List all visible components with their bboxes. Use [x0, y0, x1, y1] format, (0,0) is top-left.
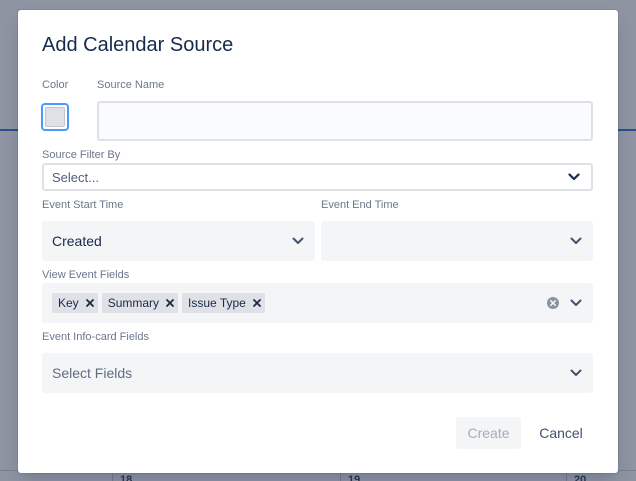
tag-issue-type: Issue Type	[182, 293, 265, 313]
background-divider	[618, 129, 636, 131]
close-icon[interactable]	[82, 293, 98, 313]
info-card-fields-label: Event Info-card Fields	[42, 331, 149, 343]
create-button[interactable]: Create	[456, 417, 521, 449]
background-day-number: 20	[574, 474, 587, 481]
close-icon[interactable]	[249, 293, 265, 313]
tag-label: Key	[58, 296, 79, 310]
add-calendar-source-dialog: Add Calendar Source Color Source Name So…	[18, 10, 618, 473]
tag-label: Issue Type	[188, 296, 246, 310]
chevron-down-icon	[565, 230, 587, 252]
event-end-time-label: Event End Time	[321, 199, 399, 211]
view-event-fields-multiselect[interactable]: Key Summary Issue Type	[42, 283, 593, 323]
event-start-time-select[interactable]: Created	[42, 221, 315, 261]
tag-summary: Summary	[101, 293, 179, 313]
event-end-time-select[interactable]	[321, 221, 593, 261]
selected-tags: Key Summary Issue Type	[42, 293, 543, 313]
tag-label: Summary	[107, 296, 160, 310]
source-filter-value: Select...	[52, 169, 99, 185]
view-event-fields-label: View Event Fields	[42, 269, 130, 281]
chevron-down-icon	[565, 362, 587, 384]
source-filter-label: Source Filter By	[42, 149, 121, 161]
info-card-fields-placeholder: Select Fields	[52, 365, 133, 381]
color-picker-button[interactable]	[41, 103, 69, 131]
background-day-number: 19	[348, 474, 361, 481]
color-swatch	[45, 107, 65, 127]
source-filter-select[interactable]: Select...	[42, 163, 593, 191]
event-start-time-value: Created	[52, 233, 102, 249]
chevron-down-icon	[287, 230, 309, 252]
chevron-down-icon	[563, 166, 585, 188]
event-start-time-label: Event Start Time	[42, 199, 124, 211]
close-icon[interactable]	[162, 293, 178, 313]
background-divider	[0, 129, 18, 131]
source-name-input[interactable]	[97, 101, 593, 141]
info-card-fields-select[interactable]: Select Fields	[42, 353, 593, 393]
dialog-title: Add Calendar Source	[42, 34, 234, 56]
source-name-label: Source Name	[97, 79, 165, 91]
chevron-down-icon	[565, 292, 587, 314]
tag-key: Key	[52, 293, 98, 313]
background-day-number: 18	[120, 474, 133, 481]
cancel-button[interactable]: Cancel	[527, 417, 595, 449]
color-label: Color	[42, 79, 69, 91]
clear-circle-icon[interactable]	[543, 293, 563, 313]
